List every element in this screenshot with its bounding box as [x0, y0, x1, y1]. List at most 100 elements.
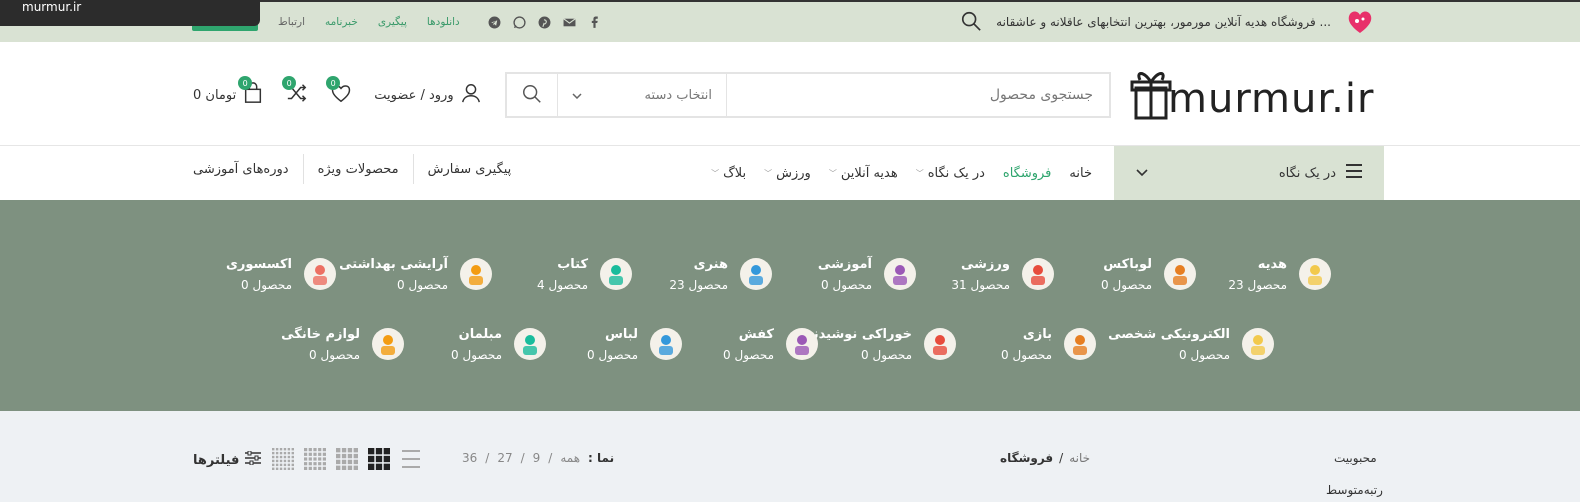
grid-4-icon[interactable]	[336, 448, 358, 470]
grid-3-icon[interactable]	[368, 448, 390, 470]
category-name: مبلمان	[458, 326, 502, 342]
chevron-down-icon: ﹀	[711, 168, 720, 178]
clothes-icon	[646, 324, 686, 364]
category-row-1: هدیه 23 محصول لوباکس 0 محصول ورزشی 31 محصول آم…	[0, 248, 1580, 300]
category-item[interactable]: آرایشی بهداشتی 0 محصول	[339, 248, 496, 300]
menu-item-special-products[interactable]: محصولات ویژه	[302, 154, 413, 184]
shuffle-icon: 0	[282, 76, 308, 108]
gift-icon	[1295, 254, 1335, 294]
category-select[interactable]: انتخاب دسته	[557, 74, 727, 116]
per-page-36[interactable]: 36	[462, 451, 477, 465]
category-item[interactable]: آموزشی 0 محصول	[818, 248, 920, 300]
grid-6-icon[interactable]	[272, 448, 294, 470]
category-select-label: انتخاب دسته	[644, 87, 712, 103]
per-page-all[interactable]: همه	[560, 451, 580, 465]
category-name: ورزشی	[961, 256, 1010, 272]
list-view-icon[interactable]	[400, 448, 422, 470]
pinterest-icon[interactable]	[538, 16, 551, 29]
menu-item-overview[interactable]: در یک نگاه ﹀	[916, 166, 985, 181]
category-count: 0 محصول	[1179, 347, 1230, 362]
account-button[interactable]: ورود / عضویت	[374, 82, 481, 108]
main-header: murmur.ir جستجوی محصول انتخاب دسته 0 توم…	[0, 42, 1580, 146]
sort-dropdown[interactable]: محبوبیت	[1334, 451, 1377, 465]
search-input[interactable]: جستجوی محصول	[727, 74, 1109, 116]
category-count: 0 محصول	[587, 347, 638, 362]
menu-item-courses[interactable]: دوره‌های آموزشی	[193, 154, 303, 184]
menu-item-online-gift[interactable]: هدیه آنلاین ﹀	[829, 166, 898, 181]
category-count: 0 محصول	[861, 347, 912, 362]
category-count: 23 محصول	[669, 277, 728, 292]
category-menu[interactable]: در یک نگاه	[1114, 146, 1384, 200]
top-link-newsletter[interactable]: خبرنامه	[325, 16, 358, 28]
category-item[interactable]: الکترونیکی شخصی 0 محصول	[1108, 318, 1278, 370]
category-item[interactable]: ورزشی 31 محصول	[951, 248, 1058, 300]
menu-item-blog[interactable]: بلاگ ﹀	[711, 166, 746, 181]
category-item[interactable]: کفش 0 محصول	[723, 318, 822, 370]
food-icon	[920, 324, 960, 364]
hamburger-icon	[1346, 164, 1362, 182]
category-row-2: الکترونیکی شخصی 0 محصول بازی 0 محصول خوراکی …	[0, 318, 1580, 370]
filters-button[interactable]: فیلترها	[193, 450, 262, 469]
breadcrumb-home[interactable]: خانه	[1069, 451, 1090, 465]
heart-logo-icon[interactable]	[1345, 7, 1375, 37]
search-icon	[521, 83, 543, 108]
category-name: هدیه	[1257, 256, 1287, 272]
per-page-label: نما :	[588, 451, 615, 465]
top-link-tracking[interactable]: پیگیری	[378, 16, 407, 28]
category-item[interactable]: خوراکی نوشیدنی 0 محصول	[801, 318, 960, 370]
main-menu: خانه فروشگاه در یک نگاه ﹀ هدیه آنلاین ﹀ ور…	[711, 146, 1092, 200]
whatsapp-icon[interactable]	[513, 15, 526, 29]
category-item[interactable]: لوباکس 0 محصول	[1101, 248, 1200, 300]
header-tools: 0 تومان 0 0 0 ورود / عضویت	[193, 76, 482, 112]
category-item[interactable]: بازی 0 محصول	[1001, 318, 1100, 370]
menu-item-shop[interactable]: فروشگاه	[1003, 166, 1052, 181]
per-page-selector: نما : همه/ 9/ 27/ 36	[462, 451, 615, 465]
accessory-icon	[300, 254, 340, 294]
wishlist-button[interactable]: 0	[326, 76, 352, 108]
category-item[interactable]: هنری 23 محصول	[669, 248, 776, 300]
category-band: هدیه 23 محصول لوباکس 0 محصول ورزشی 31 محصول آم…	[0, 200, 1580, 411]
envelope-icon[interactable]	[562, 16, 576, 29]
shop-toolbar: فیلترها نما : همه/ 9/ 27/ 36 خانه / فروش…	[0, 411, 1580, 502]
secondary-menu: پیگیری سفارش محصولات ویژه دوره‌های آموزش…	[193, 146, 525, 200]
per-page-9[interactable]: 9	[533, 451, 541, 465]
category-item[interactable]: لباس 0 محصول	[587, 318, 686, 370]
category-name: آرایشی بهداشتی	[339, 256, 448, 272]
category-count: 0 محصول	[309, 347, 360, 362]
telegram-icon[interactable]	[488, 16, 501, 29]
main-nav: در یک نگاه خانه فروشگاه در یک نگاه ﹀ هدیه…	[0, 146, 1580, 200]
cart-button[interactable]: 0 تومان 0	[193, 76, 264, 108]
category-name: الکترونیکی شخصی	[1108, 326, 1230, 342]
social-links	[488, 15, 601, 29]
site-tagline: فروشگاه هدیه آنلاین مورمور، بهترین انتخا…	[996, 15, 1331, 29]
search-bar: جستجوی محصول انتخاب دسته	[505, 72, 1111, 118]
chevron-down-icon: ﹀	[828, 168, 837, 178]
facebook-icon[interactable]	[588, 16, 601, 29]
category-name: لوازم خانگی	[281, 326, 360, 342]
category-item[interactable]: مبلمان 0 محصول	[451, 318, 550, 370]
grid-5-icon[interactable]	[304, 448, 326, 470]
site-logo[interactable]: murmur.ir	[1128, 66, 1378, 124]
menu-item-sport[interactable]: ورزش ﹀	[764, 166, 811, 181]
category-item[interactable]: لوازم خانگی 0 محصول	[281, 318, 408, 370]
category-name: آموزشی	[817, 256, 872, 272]
search-button[interactable]	[507, 74, 557, 116]
sort-option-rating[interactable]: رتبه‌متوسط	[1326, 483, 1383, 497]
view-switcher	[272, 448, 422, 470]
top-link-contact[interactable]: ارتباط	[278, 16, 305, 28]
search-icon[interactable]	[960, 10, 982, 35]
category-count: 0 محصول	[821, 277, 872, 292]
menu-item-home[interactable]: خانه	[1069, 166, 1092, 181]
category-name: اکسسوری	[225, 256, 292, 272]
menu-item-order-tracking[interactable]: پیگیری سفارش	[412, 154, 526, 184]
compare-button[interactable]: 0	[282, 76, 308, 108]
per-page-27[interactable]: 27	[497, 451, 512, 465]
category-item[interactable]: کتاب 4 محصول	[537, 248, 636, 300]
category-item[interactable]: هدیه 23 محصول	[1228, 248, 1335, 300]
breadcrumb-current: فروشگاه	[1000, 451, 1054, 465]
category-count: 0 محصول	[1101, 277, 1152, 292]
category-count: 0 محصول	[451, 347, 502, 362]
category-item[interactable]: اکسسوری 0 محصول	[226, 248, 340, 300]
top-link-downloads[interactable]: دانلودها	[427, 16, 460, 28]
category-count: 0 محصول	[241, 277, 292, 292]
